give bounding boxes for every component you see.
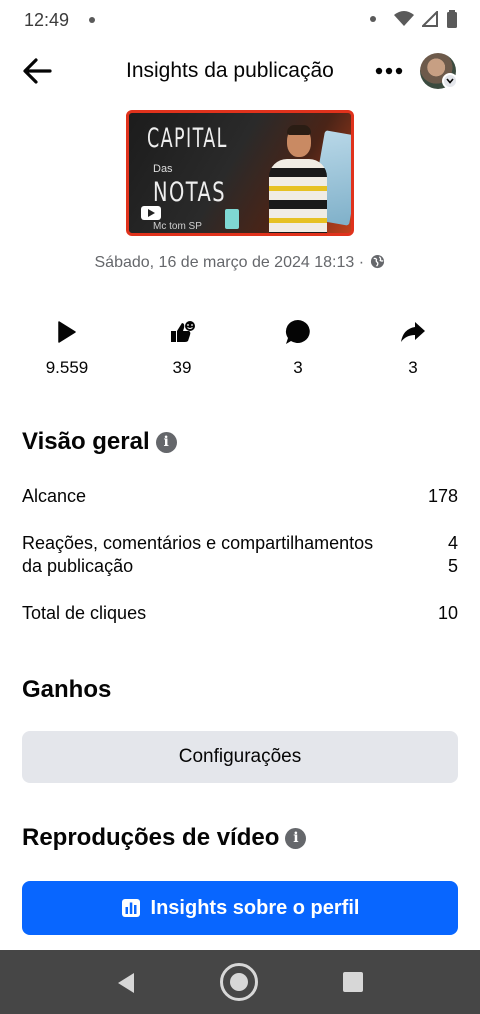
post-thumbnail[interactable]: CAPITAL Das NOTAS Mc tom SP	[126, 110, 354, 236]
wifi-icon	[394, 11, 414, 26]
thumbnail-subtitle: Mc tom SP	[153, 221, 202, 232]
nav-back-icon[interactable]	[116, 972, 136, 994]
stat-reactions-value: 39	[172, 358, 192, 377]
video-plays-title: Reproduções de vídeo i	[22, 824, 307, 852]
page-title: Insights da publicação	[126, 59, 334, 82]
system-navigation-bar	[0, 950, 480, 1014]
signal-icon	[422, 11, 438, 27]
metric-engagement-label-line1: Reações, comentários e compartilhamentos	[22, 533, 374, 553]
nav-home-icon[interactable]	[220, 963, 258, 1001]
app-header: Insights da publicação	[0, 45, 480, 97]
stat-shares[interactable]: 3	[373, 316, 453, 378]
notification-dot-icon	[89, 17, 95, 23]
stat-reactions[interactable]: 39	[142, 316, 222, 378]
youtube-icon	[141, 206, 161, 220]
stat-plays[interactable]: 9.559	[27, 316, 107, 378]
battery-icon	[447, 10, 457, 28]
chevron-down-icon[interactable]	[442, 73, 458, 89]
more-horizontal-icon	[375, 67, 403, 75]
thumbnail-title-das: Das	[153, 163, 173, 175]
stat-comments[interactable]: 3	[258, 316, 338, 378]
info-icon[interactable]: i	[155, 432, 177, 453]
notification-dot-icon	[370, 16, 376, 22]
stat-shares-value: 3	[408, 358, 418, 377]
overview-title-text: Visão geral	[22, 428, 150, 455]
arrow-left-icon	[23, 58, 52, 84]
status-time: 12:49	[24, 10, 70, 30]
earnings-title: Ganhos	[22, 676, 112, 703]
comment-icon	[285, 319, 310, 344]
back-button[interactable]	[20, 55, 54, 87]
overview-title: Visão geral i	[22, 428, 177, 456]
metric-clicks-value: 10	[437, 603, 458, 623]
reactions-icon	[171, 321, 195, 342]
metric-engagement-values: 4 5	[448, 532, 458, 578]
profile-insights-label: Insights sobre o perfil	[150, 896, 360, 919]
metric-clicks-label: Total de cliques	[22, 603, 147, 623]
share-icon	[401, 322, 425, 342]
status-bar: 12:49	[0, 0, 480, 40]
thumbnail-person-graphic	[269, 121, 327, 233]
info-icon[interactable]: i	[285, 828, 307, 849]
globe-icon	[371, 254, 385, 269]
post-date-text: Sábado, 16 de março de 2024 18:13 ·	[94, 254, 365, 271]
metric-reach-label: Alcance	[22, 486, 87, 506]
metric-engagement-label: Reações, comentários e compartilhamentos…	[22, 532, 373, 578]
settings-button[interactable]: Configurações	[22, 731, 458, 783]
metric-engagement-label-line2: da publicação	[22, 556, 134, 576]
video-plays-title-text: Reproduções de vídeo	[22, 824, 280, 851]
bar-chart-icon	[121, 899, 140, 917]
metric-reach-value: 178	[427, 486, 458, 506]
stat-plays-value: 9.559	[45, 358, 89, 377]
stat-comments-value: 3	[293, 358, 303, 377]
thumbnail-title-line2: NOTAS	[153, 177, 227, 208]
status-icons	[370, 10, 458, 28]
metric-engagement-value-line1: 4	[447, 533, 458, 553]
metric-engagement-value-line2: 5	[447, 556, 458, 576]
thumbnail-phone-graphic	[225, 209, 239, 229]
play-icon	[58, 321, 76, 343]
more-options-button[interactable]	[374, 57, 404, 85]
post-stats: 9.559 39 3 3	[0, 316, 480, 386]
profile-insights-button[interactable]: Insights sobre o perfil	[22, 881, 458, 935]
nav-recent-apps-icon[interactable]	[343, 972, 363, 992]
post-date: Sábado, 16 de março de 2024 18:13 ·	[0, 254, 480, 272]
thumbnail-title-line1: CAPITAL	[147, 123, 228, 154]
